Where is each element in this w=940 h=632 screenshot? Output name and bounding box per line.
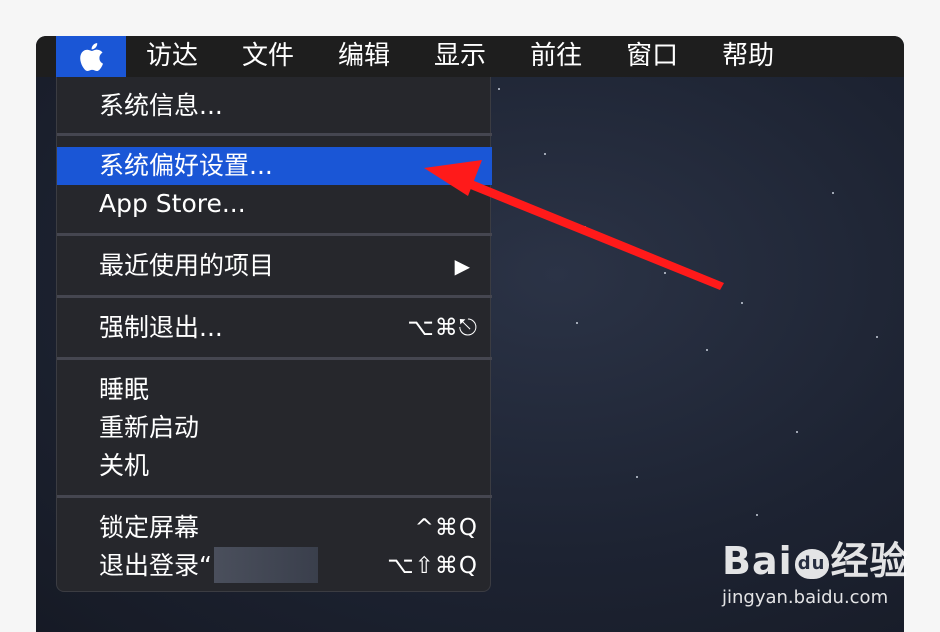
menu-item-label: 退出登录“: [99, 551, 212, 580]
menu-window[interactable]: 窗口: [604, 36, 700, 77]
watermark-url: jingyan.baidu.com: [722, 587, 889, 608]
menu-item-label: App Store...: [99, 189, 246, 218]
menu-item-label: 系统信息...: [99, 91, 223, 120]
redacted-username: [213, 547, 318, 583]
apple-menu-button[interactable]: [56, 36, 126, 77]
menu-separator: [57, 295, 492, 298]
menu-item-log-out[interactable]: 退出登录“ ⌥⇧⌘Q: [57, 547, 492, 585]
menu-item-restart[interactable]: 重新启动: [57, 409, 492, 447]
shortcut-label: ⌥⌘⎋: [407, 315, 478, 341]
menu-item-shutdown[interactable]: 关机: [57, 447, 492, 485]
menu-item-force-quit[interactable]: 强制退出... ⌥⌘⎋: [57, 309, 492, 347]
menu-item-label: 最近使用的项目: [99, 251, 275, 280]
menu-file[interactable]: 文件: [220, 36, 316, 77]
menu-item-sleep[interactable]: 睡眠: [57, 371, 492, 409]
menu-separator: [57, 233, 492, 236]
menu-finder[interactable]: 访达: [126, 36, 220, 77]
menu-help[interactable]: 帮助: [700, 36, 796, 77]
apple-logo-icon: [80, 42, 103, 71]
menu-item-label: 强制退出...: [99, 313, 223, 342]
menu-item-app-store[interactable]: App Store...: [57, 185, 492, 223]
menu-item-recent-items[interactable]: 最近使用的项目 ▶: [57, 247, 492, 285]
menu-item-system-info[interactable]: 系统信息...: [57, 87, 492, 125]
submenu-arrow-icon: ▶: [454, 254, 470, 278]
menu-item-lock-screen[interactable]: 锁定屏幕 ^⌘Q: [57, 509, 492, 547]
menu-item-label: 系统偏好设置...: [99, 151, 273, 180]
menu-bar: 访达 文件 编辑 显示 前往 窗口 帮助: [36, 36, 904, 77]
watermark-cn: 经验: [830, 539, 909, 583]
menu-go[interactable]: 前往: [508, 36, 604, 77]
menu-item-label: 关机: [99, 451, 150, 480]
menu-separator: [57, 357, 492, 360]
menu-edit[interactable]: 编辑: [316, 36, 412, 77]
shortcut-label: ^⌘Q: [414, 515, 478, 541]
apple-dropdown-menu: 系统信息... 系统偏好设置... App Store... 最近使用的项目 ▶…: [56, 77, 492, 592]
baidu-jingyan-watermark: Bai du 经验 jingyan.baidu.com: [722, 530, 909, 608]
watermark-brand: Bai: [722, 539, 793, 583]
menu-item-label: 重新启动: [99, 413, 200, 442]
menu-separator: [57, 133, 492, 136]
menu-view[interactable]: 显示: [412, 36, 508, 77]
paw-icon: du: [794, 548, 829, 579]
menu-item-system-preferences[interactable]: 系统偏好设置...: [57, 147, 492, 185]
menu-item-label: 睡眠: [99, 375, 150, 404]
menu-separator: [57, 495, 492, 498]
shortcut-label: ⌥⇧⌘Q: [387, 553, 478, 579]
menu-item-label: 锁定屏幕: [99, 513, 200, 542]
